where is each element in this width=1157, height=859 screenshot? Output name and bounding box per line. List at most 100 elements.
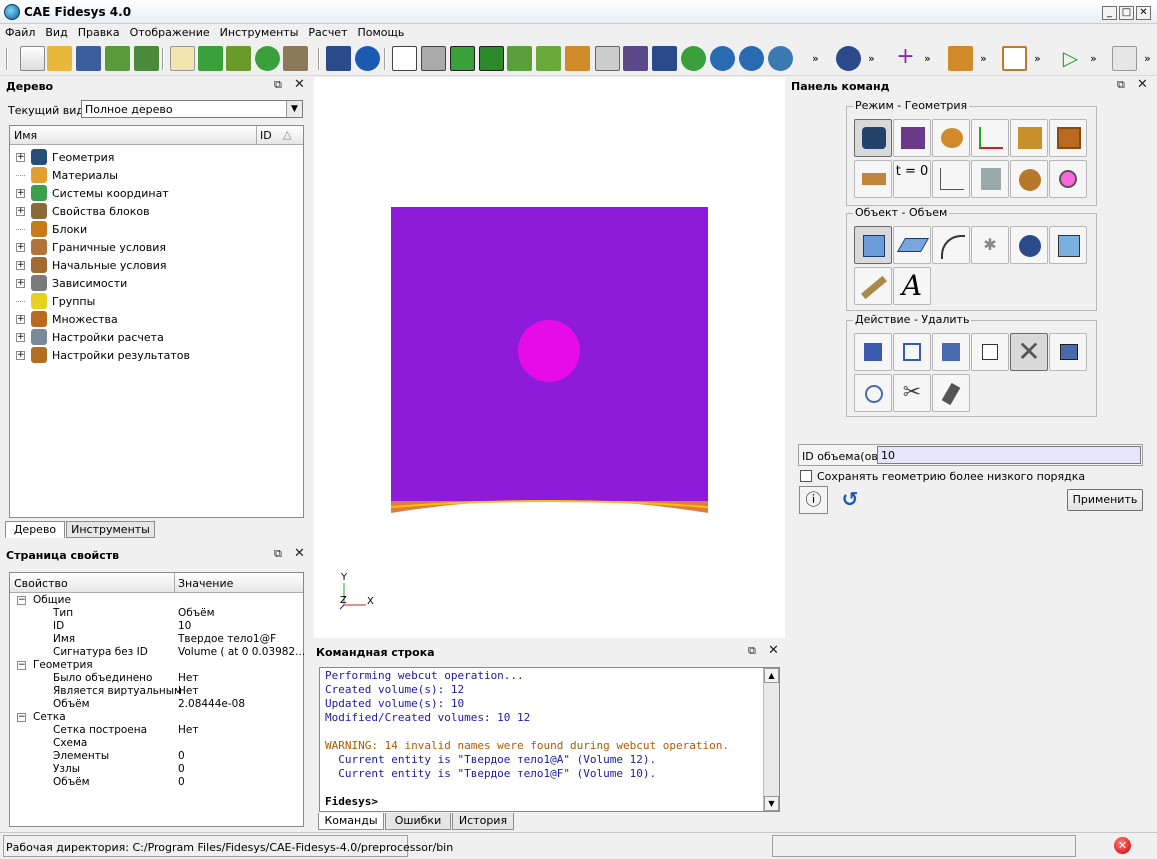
mode-material-icon[interactable]: [932, 119, 970, 157]
new-file-icon[interactable]: [20, 46, 45, 71]
tab-history[interactable]: История: [452, 813, 514, 830]
expand-icon[interactable]: +: [16, 260, 25, 270]
prop-group-row[interactable]: − Геометрия: [10, 659, 303, 672]
toolbar-overflow-icon[interactable]: »: [1034, 52, 1041, 65]
tree-item[interactable]: + Граничные условия: [16, 238, 166, 256]
grid-icon[interactable]: [595, 46, 620, 71]
float-panel-icon[interactable]: ⧉: [748, 644, 756, 658]
action-transform-icon[interactable]: [932, 333, 970, 371]
prop-group-row[interactable]: − Общие: [10, 594, 303, 607]
action-delete-icon[interactable]: ✕: [1010, 333, 1048, 371]
menu-calc[interactable]: Расчет: [303, 24, 352, 39]
minimize-button[interactable]: _: [1102, 6, 1117, 20]
prop-row[interactable]: Было объединено Нет: [10, 672, 303, 685]
console-prompt[interactable]: Fidesys>: [325, 795, 378, 808]
keep-lower-order-checkbox[interactable]: [800, 470, 812, 482]
axis-transform-icon[interactable]: [1112, 46, 1137, 71]
tree-col-id[interactable]: ID: [260, 129, 272, 142]
frame-icon[interactable]: [1002, 46, 1027, 71]
transparency-icon[interactable]: [623, 46, 648, 71]
menu-tools[interactable]: Инструменты: [215, 24, 304, 39]
close-window-button[interactable]: ✕: [1136, 6, 1151, 20]
toolbar-overflow-icon[interactable]: »: [924, 52, 931, 65]
toolbar-overflow-icon[interactable]: »: [868, 52, 875, 65]
crosshair-icon[interactable]: +: [893, 46, 918, 71]
action-cleanup-icon[interactable]: [932, 374, 970, 412]
nodes-icon[interactable]: [565, 46, 590, 71]
prop-row[interactable]: Элементы 0: [10, 750, 303, 763]
collapse-icon[interactable]: −: [17, 713, 26, 722]
action-webcut-icon[interactable]: ✂: [893, 374, 931, 412]
reset-icon[interactable]: ↺: [838, 486, 862, 514]
expand-icon[interactable]: +: [16, 350, 25, 360]
mesh-view-icon[interactable]: [536, 46, 561, 71]
close-panel-icon[interactable]: ✕: [768, 643, 779, 658]
menu-help[interactable]: Помощь: [353, 24, 410, 39]
menu-display[interactable]: Отображение: [125, 24, 215, 39]
mode-initial-conditions-icon[interactable]: t = 0: [893, 160, 931, 198]
collapse-icon[interactable]: −: [17, 596, 26, 605]
group-icon[interactable]: [836, 46, 861, 71]
tree-item[interactable]: Материалы: [16, 166, 118, 184]
expand-icon[interactable]: +: [16, 332, 25, 342]
tab-commands[interactable]: Команды: [318, 813, 384, 830]
hammer-icon[interactable]: [283, 46, 308, 71]
maximize-button[interactable]: □: [1119, 6, 1134, 20]
scroll-down-icon[interactable]: ▼: [764, 796, 779, 811]
mode-calculator-icon[interactable]: [971, 160, 1009, 198]
prop-row[interactable]: ID 10: [10, 620, 303, 633]
object-surface-icon[interactable]: [893, 226, 931, 264]
refresh-icon[interactable]: [681, 46, 706, 71]
object-curve-icon[interactable]: [932, 226, 970, 264]
mode-inspect-icon[interactable]: [1049, 160, 1087, 198]
id-icon[interactable]: [226, 46, 251, 71]
toolbar-overflow-icon[interactable]: »: [1090, 52, 1097, 65]
play-script-icon[interactable]: [198, 46, 223, 71]
menu-file[interactable]: Файл: [0, 24, 40, 39]
run-icon[interactable]: ▷: [1058, 46, 1083, 71]
text-annotation-icon[interactable]: A: [893, 267, 931, 305]
toolbar-overflow-icon[interactable]: »: [812, 52, 819, 65]
save-icon[interactable]: [76, 46, 101, 71]
object-vertex-icon[interactable]: ✱: [971, 226, 1009, 264]
expand-icon[interactable]: +: [16, 278, 25, 288]
measure-ruler-icon[interactable]: [854, 267, 892, 305]
tree-item[interactable]: + Множества: [16, 310, 118, 328]
prop-row[interactable]: Объём 2.08444e-08: [10, 698, 303, 711]
expand-icon[interactable]: +: [16, 188, 25, 198]
zoom-out-icon[interactable]: [739, 46, 764, 71]
graphics-viewport[interactable]: Y Z X: [314, 77, 785, 638]
tab-tree[interactable]: Дерево: [5, 521, 65, 538]
console-output[interactable]: Performing webcut operation... Created vo…: [319, 667, 780, 812]
wireframe-cube-icon[interactable]: [392, 46, 417, 71]
action-copy-icon[interactable]: [1049, 333, 1087, 371]
journal-icon[interactable]: [170, 46, 195, 71]
error-indicator-icon[interactable]: ✕: [1114, 837, 1131, 854]
load-icon[interactable]: [948, 46, 973, 71]
prop-row[interactable]: Схема: [10, 737, 303, 750]
apply-button[interactable]: Применить: [1067, 489, 1143, 511]
prop-row[interactable]: Сетка построена Нет: [10, 724, 303, 737]
mode-bc-icon[interactable]: [854, 160, 892, 198]
tree-item[interactable]: Блоки: [16, 220, 87, 238]
menu-view[interactable]: Вид: [40, 24, 72, 39]
float-panel-icon[interactable]: ⧉: [1117, 78, 1125, 92]
mode-geometry-icon[interactable]: [854, 119, 892, 157]
tree-item[interactable]: + Системы координат: [16, 184, 169, 202]
prop-row[interactable]: Сигнатура без ID Volume ( at 0 0.03982...: [10, 646, 305, 659]
tree-item[interactable]: + Геометрия: [16, 148, 114, 166]
prop-row[interactable]: Тип Объём: [10, 607, 303, 620]
zoom-fit-icon[interactable]: [768, 46, 793, 71]
object-group-icon[interactable]: [1010, 226, 1048, 264]
tree-item[interactable]: Группы: [16, 292, 95, 310]
tab-errors[interactable]: Ошибки: [385, 813, 451, 830]
geometry-view-icon[interactable]: [507, 46, 532, 71]
props-col-property[interactable]: Свойство: [14, 577, 68, 590]
float-panel-icon[interactable]: ⧉: [274, 547, 282, 561]
volume-id-input[interactable]: 10: [877, 446, 1141, 464]
mode-sets-icon[interactable]: [1049, 119, 1087, 157]
windows-icon[interactable]: [652, 46, 677, 71]
tree-item[interactable]: + Свойства блоков: [16, 202, 150, 220]
tree-item[interactable]: + Зависимости: [16, 274, 127, 292]
mode-results-icon[interactable]: [1010, 160, 1048, 198]
